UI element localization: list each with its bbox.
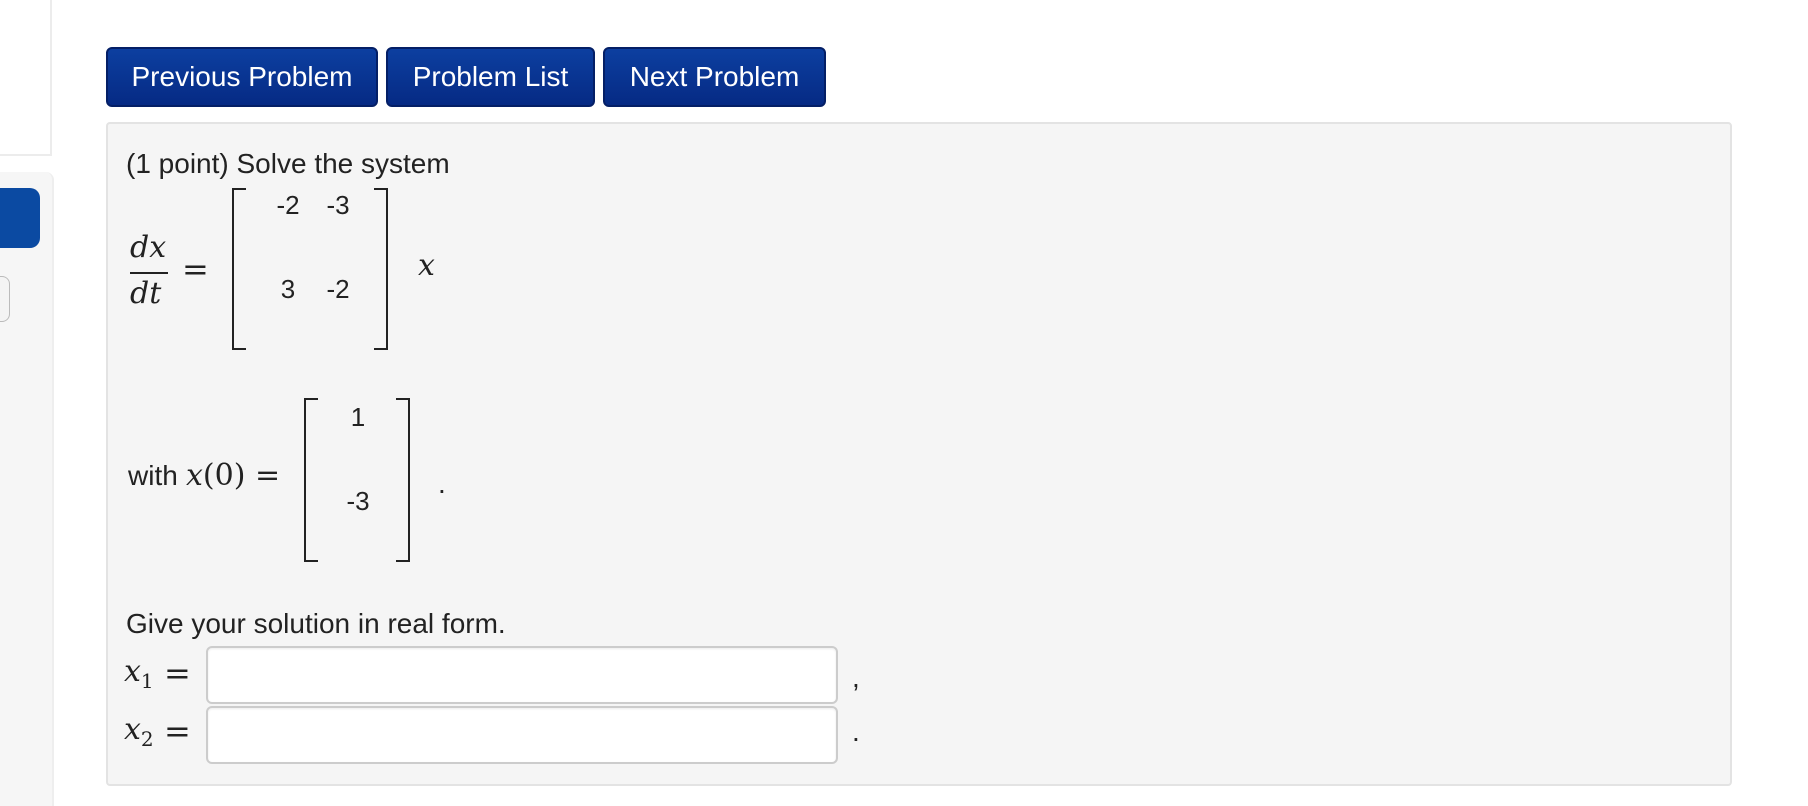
previous-problem-button[interactable]: Previous Problem <box>106 47 378 107</box>
answer-x2-input[interactable] <box>206 706 838 764</box>
sidebar-toggle-handle[interactable] <box>0 276 10 322</box>
vector-cell: -3 <box>346 486 370 516</box>
initial-condition-label: with <box>128 460 178 491</box>
equals-sign: = <box>182 250 209 288</box>
answer-separator: , <box>852 662 860 693</box>
answer-equals: = <box>164 712 191 750</box>
problem-intro: (1 point) Solve the system <box>126 148 450 179</box>
problem-list-button[interactable]: Problem List <box>386 47 595 107</box>
answer-terminator: . <box>852 716 860 747</box>
matrix-cell: 3 <box>280 274 296 304</box>
matrix-cell: -3 <box>326 190 350 220</box>
matrix-cell: -2 <box>326 274 350 304</box>
vector-right-bracket <box>396 398 410 562</box>
answer-label-x2: x2 <box>124 712 154 751</box>
matrix-cell: -2 <box>276 190 300 220</box>
state-variable: x <box>418 248 435 283</box>
initial-condition-math: x(0) = <box>186 458 281 493</box>
derivative-denominator: dt <box>130 276 162 311</box>
matrix-right-bracket <box>374 188 388 350</box>
next-problem-button[interactable]: Next Problem <box>603 47 826 107</box>
sidebar-panel <box>0 172 54 806</box>
answer-x1-input[interactable] <box>206 646 838 704</box>
vector-left-bracket <box>304 398 318 562</box>
vector-cell: 1 <box>350 402 366 432</box>
answer-equals: = <box>164 654 191 692</box>
initial-x: x <box>186 458 203 493</box>
sidebar-active-item[interactable] <box>0 188 40 248</box>
instruction-text: Give your solution in real form. <box>126 608 506 639</box>
matrix-left-bracket <box>232 188 246 350</box>
initial-terminator: . <box>438 468 446 499</box>
derivative-numerator: dx <box>130 230 167 265</box>
sidebar-top-panel <box>0 0 52 156</box>
answer-label-x1: x1 <box>124 654 154 693</box>
fraction-bar <box>130 272 168 274</box>
